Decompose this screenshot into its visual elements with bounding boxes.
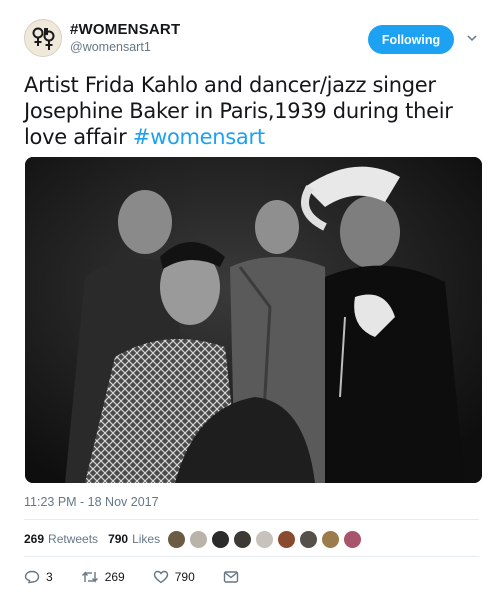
like-action-count: 790 (174, 570, 195, 584)
avatar[interactable] (321, 530, 340, 549)
handle[interactable]: @womensart1 (70, 40, 151, 54)
like-button[interactable]: 790 (153, 570, 195, 584)
reply-button[interactable]: 3 (24, 570, 53, 584)
retweets-label[interactable]: Retweets (48, 532, 98, 546)
avatar[interactable] (211, 530, 230, 549)
avatar[interactable] (189, 530, 208, 549)
divider (24, 519, 479, 520)
reply-count: 3 (46, 570, 53, 584)
likes-label[interactable]: Likes (132, 532, 160, 546)
message-icon (223, 571, 238, 583)
hashtag-link[interactable]: #womensart (133, 125, 265, 149)
following-button[interactable]: Following (368, 25, 454, 54)
retweet-button[interactable]: 269 (81, 570, 125, 584)
engagement-stats: 269 Retweets 790 Likes (24, 532, 170, 546)
retweet-icon (81, 571, 98, 583)
direct-message-button[interactable] (223, 570, 245, 584)
timestamp[interactable]: 11:23 PM - 18 Nov 2017 (24, 495, 159, 509)
retweet-action-count: 269 (104, 570, 125, 584)
avatar[interactable] (277, 530, 296, 549)
heart-icon (153, 570, 168, 584)
avatar[interactable] (167, 530, 186, 549)
divider (24, 556, 479, 557)
tweet-text: Artist Frida Kahlo and dancer/jazz singe… (24, 72, 484, 150)
retweet-count[interactable]: 269 (24, 532, 44, 546)
avatar[interactable] (233, 530, 252, 549)
avatar[interactable] (343, 530, 362, 549)
action-bar: 3 269 790 (24, 570, 273, 584)
avatar[interactable] (24, 19, 62, 57)
tweet-photo[interactable] (25, 157, 482, 483)
like-count[interactable]: 790 (108, 532, 128, 546)
display-name[interactable]: #WOMENSART (70, 21, 180, 38)
avatar[interactable] (299, 530, 318, 549)
liker-avatars (167, 530, 362, 549)
tweet-card: #WOMENSART @womensart1 Following Artist … (0, 0, 500, 607)
avatar[interactable] (255, 530, 274, 549)
reply-icon (24, 570, 40, 584)
chevron-down-icon[interactable] (466, 32, 478, 44)
